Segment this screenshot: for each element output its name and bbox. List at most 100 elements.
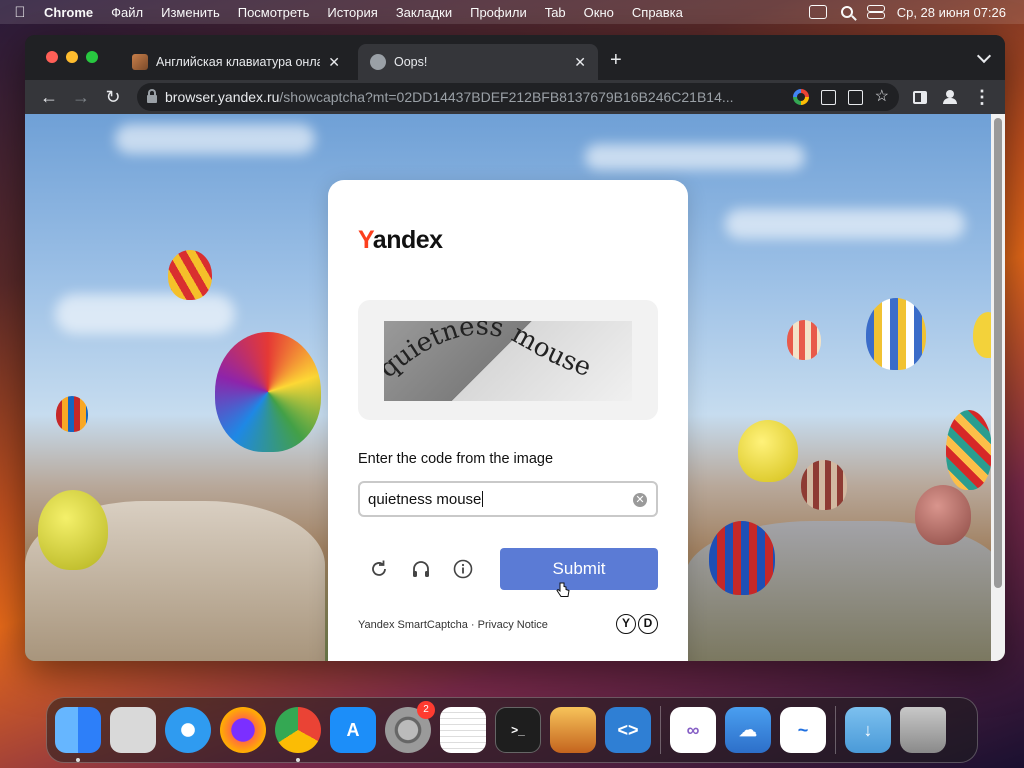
spotlight-search-icon[interactable] bbox=[840, 6, 853, 18]
hot-air-balloon bbox=[38, 490, 108, 570]
apple-menu-icon[interactable]:  bbox=[0, 4, 40, 21]
menu-bookmarks[interactable]: Закладки bbox=[387, 5, 461, 20]
url-host: browser.yandex.ru bbox=[165, 89, 280, 105]
finder-icon[interactable] bbox=[55, 707, 101, 762]
dock-separator bbox=[660, 706, 661, 754]
background-cloud bbox=[725, 209, 965, 239]
hot-air-balloon bbox=[56, 396, 88, 432]
hot-air-balloon bbox=[915, 485, 971, 545]
back-arrow-icon[interactable]: ← bbox=[33, 83, 65, 111]
menu-view[interactable]: Посмотреть bbox=[229, 5, 319, 20]
tab-strip: Английская клавиатура онлайн ✕ Oops! ✕ + bbox=[25, 35, 1005, 80]
notification-badge: 2 bbox=[417, 701, 435, 719]
chrome-icon[interactable] bbox=[275, 707, 321, 762]
profile-icon[interactable] bbox=[943, 90, 957, 104]
close-tab-icon[interactable]: ✕ bbox=[574, 54, 586, 71]
share-icon[interactable] bbox=[847, 89, 863, 105]
background-cloud bbox=[115, 124, 315, 154]
close-tab-icon[interactable]: ✕ bbox=[328, 54, 340, 71]
running-indicator bbox=[296, 758, 300, 762]
menu-window[interactable]: Окно bbox=[575, 5, 623, 20]
audio-captcha-headphones-icon[interactable] bbox=[410, 558, 432, 580]
captcha-text: quietness mouse bbox=[384, 321, 595, 384]
background-cloud bbox=[585, 144, 805, 170]
captcha-image: quietness mouse bbox=[384, 321, 632, 401]
scrollbar-thumb[interactable] bbox=[994, 118, 1002, 588]
menubar-clock[interactable]: Ср, 28 июня 07:26 bbox=[897, 5, 1006, 20]
hot-air-balloon bbox=[866, 298, 926, 370]
reload-icon[interactable]: ↻ bbox=[97, 83, 129, 111]
macos-dock: A 2 >_ <> ∞ ☁ ~ ↓ bbox=[46, 697, 978, 763]
clear-input-icon[interactable]: ✕ bbox=[633, 493, 647, 507]
control-center-icon[interactable] bbox=[866, 5, 885, 19]
hot-air-balloon bbox=[168, 250, 212, 300]
close-window-button[interactable] bbox=[46, 51, 58, 63]
bookmark-star-icon[interactable]: ☆ bbox=[875, 89, 889, 105]
smartcaptcha-logo-d: D bbox=[638, 614, 658, 634]
hot-air-balloon bbox=[946, 410, 992, 490]
captcha-footer[interactable]: Yandex SmartCaptcha · Privacy Notice bbox=[358, 619, 548, 631]
hot-air-balloon bbox=[215, 332, 321, 452]
visual-studio-icon[interactable]: ∞ bbox=[670, 707, 716, 753]
translate-icon[interactable] bbox=[820, 89, 836, 105]
code-input-label: Enter the code from the image bbox=[358, 451, 554, 467]
vertical-scrollbar[interactable] bbox=[991, 114, 1005, 661]
launchpad-icon[interactable] bbox=[110, 707, 156, 753]
menu-app-name[interactable]: Chrome bbox=[40, 5, 102, 20]
menu-profiles[interactable]: Профили bbox=[461, 5, 536, 20]
menu-file[interactable]: Файл bbox=[102, 5, 152, 20]
submit-button[interactable]: Submit bbox=[500, 548, 658, 590]
stage-manager-icon[interactable] bbox=[808, 5, 827, 19]
info-icon[interactable] bbox=[452, 558, 474, 580]
menu-tab[interactable]: Tab bbox=[536, 5, 575, 20]
tab-oops[interactable]: Oops! ✕ bbox=[358, 44, 598, 80]
refresh-captcha-icon[interactable] bbox=[368, 558, 390, 580]
text-caret bbox=[482, 491, 484, 507]
app-store-icon[interactable]: A bbox=[330, 707, 376, 753]
captcha-actions bbox=[368, 558, 474, 580]
google-lens-icon[interactable] bbox=[792, 89, 809, 105]
safari-icon[interactable] bbox=[165, 707, 211, 753]
menu-history[interactable]: История bbox=[318, 5, 386, 20]
menu-help[interactable]: Справка bbox=[623, 5, 692, 20]
weather-icon[interactable]: ☁ bbox=[725, 707, 771, 753]
vscode-icon[interactable]: <> bbox=[605, 707, 651, 753]
garageband-icon[interactable] bbox=[550, 707, 596, 753]
minimize-window-button[interactable] bbox=[66, 51, 78, 63]
smartcaptcha-logo: Y D bbox=[616, 614, 658, 634]
captcha-distorted-text: quietness mouse bbox=[384, 321, 595, 384]
lock-icon[interactable] bbox=[147, 89, 157, 103]
page-viewport: Yandex quietness mouse Enter the code fr… bbox=[25, 114, 1005, 661]
new-tab-button[interactable]: + bbox=[610, 49, 622, 72]
downloads-folder-icon[interactable]: ↓ bbox=[845, 707, 891, 753]
tab-search-chevron-icon[interactable] bbox=[976, 48, 992, 64]
trash-icon[interactable] bbox=[900, 707, 946, 753]
zoom-window-button[interactable] bbox=[86, 51, 98, 63]
more-menu-icon[interactable]: ⋮ bbox=[973, 88, 991, 106]
hot-air-balloon bbox=[787, 320, 821, 360]
chrome-window: Английская клавиатура онлайн ✕ Oops! ✕ +… bbox=[25, 35, 1005, 661]
firefox-icon[interactable] bbox=[220, 707, 266, 753]
address-bar[interactable]: browser.yandex.ru/showcaptcha?mt=02DD144… bbox=[137, 83, 899, 111]
hot-air-balloon bbox=[738, 420, 798, 482]
smartcaptcha-logo-y: Y bbox=[616, 614, 636, 634]
yandex-logo[interactable]: Yandex bbox=[358, 226, 443, 255]
freeform-icon[interactable]: ~ bbox=[780, 707, 826, 753]
captcha-image-frame: quietness mouse bbox=[358, 300, 658, 420]
running-indicator bbox=[76, 758, 80, 762]
hand-cursor-icon bbox=[556, 582, 570, 597]
tab-title: Английская клавиатура онлайн bbox=[156, 55, 321, 69]
menu-edit[interactable]: Изменить bbox=[152, 5, 229, 20]
globe-icon bbox=[370, 54, 386, 70]
tab-keyboard[interactable]: Английская клавиатура онлайн ✕ bbox=[120, 44, 352, 80]
macos-menu-bar:  Chrome Файл Изменить Посмотреть Истори… bbox=[0, 0, 1024, 24]
forward-arrow-icon[interactable]: → bbox=[65, 83, 97, 111]
system-settings-icon[interactable]: 2 bbox=[385, 701, 435, 753]
background-cloud bbox=[55, 294, 235, 334]
side-panel-icon[interactable] bbox=[913, 90, 927, 104]
url-text[interactable]: browser.yandex.ru/showcaptcha?mt=02DD144… bbox=[165, 89, 785, 105]
terminal-icon[interactable]: >_ bbox=[495, 707, 541, 753]
captcha-code-input[interactable]: quietness mouse ✕ bbox=[358, 481, 658, 517]
textedit-icon[interactable] bbox=[440, 707, 486, 753]
yandex-logo-rest: andex bbox=[372, 226, 443, 254]
